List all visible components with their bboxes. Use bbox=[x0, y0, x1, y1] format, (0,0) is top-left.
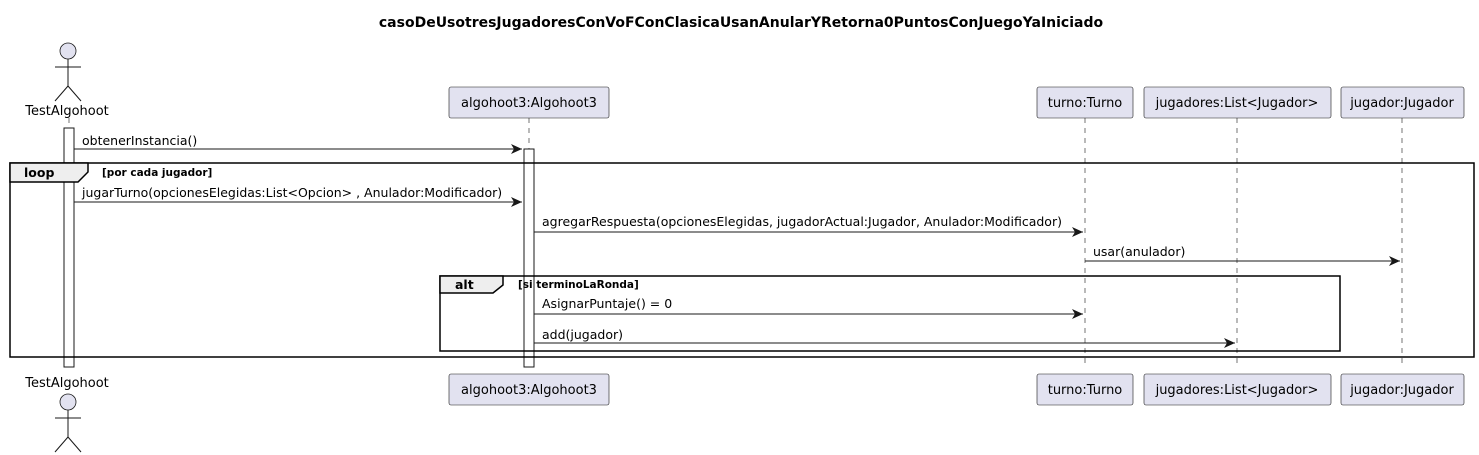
participant-turno-top: turno:Turno bbox=[1036, 86, 1134, 119]
message-add-jugador: add(jugador) bbox=[534, 327, 1235, 348]
message-label: obtenerInstancia() bbox=[82, 133, 197, 148]
participant-label: jugadores:List<Jugador> bbox=[1155, 383, 1319, 398]
actor-head-icon bbox=[59, 393, 77, 411]
participant-jugador-bottom: jugador:Jugador bbox=[1340, 373, 1465, 406]
message-label: add(jugador) bbox=[542, 327, 623, 342]
participant-label: jugador:Jugador bbox=[1349, 96, 1454, 111]
actor-test-algohoot-top: TestAlgohoot bbox=[24, 42, 109, 119]
message-agregar-respuesta: agregarRespuesta(opcionesElegidas, jugad… bbox=[534, 214, 1083, 237]
diagram-title: casoDeUsotresJugadoresConVoFConClasicaUs… bbox=[379, 15, 1104, 31]
loop-keyword: loop bbox=[24, 165, 54, 180]
alt-condition: [si terminoLaRonda] bbox=[518, 279, 639, 291]
participant-label: algohoot3:Algohoot3 bbox=[461, 383, 597, 398]
message-label: agregarRespuesta(opcionesElegidas, jugad… bbox=[542, 214, 1062, 229]
sequence-diagram: casoDeUsotresJugadoresConVoFConClasicaUs… bbox=[9, 15, 1475, 453]
actor-test-algohoot-bottom: TestAlgohoot bbox=[24, 376, 109, 453]
message-label: AsignarPuntaje() = 0 bbox=[542, 296, 672, 311]
participant-algohoot3-bottom: algohoot3:Algohoot3 bbox=[448, 373, 610, 406]
message-asignar-puntaje: AsignarPuntaje() = 0 bbox=[534, 296, 1083, 319]
message-label: usar(anulador) bbox=[1093, 244, 1185, 259]
participant-turno-bottom: turno:Turno bbox=[1036, 373, 1134, 406]
actor-label-bottom: TestAlgohoot bbox=[24, 376, 109, 391]
participant-algohoot3-top: algohoot3:Algohoot3 bbox=[448, 86, 610, 119]
message-obtener-instancia: obtenerInstancia() bbox=[74, 133, 522, 154]
participant-label: jugadores:List<Jugador> bbox=[1155, 96, 1319, 111]
participant-jugador-top: jugador:Jugador bbox=[1340, 86, 1465, 119]
actor-label-top: TestAlgohoot bbox=[24, 104, 109, 119]
participant-label: turno:Turno bbox=[1048, 383, 1123, 398]
loop-condition: [por cada jugador] bbox=[102, 167, 212, 179]
participant-label: jugador:Jugador bbox=[1349, 383, 1454, 398]
message-label: jugarTurno(opcionesElegidas:List<Opcion>… bbox=[81, 185, 502, 200]
participant-jugadores-top: jugadores:List<Jugador> bbox=[1143, 86, 1332, 119]
activation-algohoot3 bbox=[523, 148, 535, 368]
message-usar-anulador: usar(anulador) bbox=[1085, 244, 1400, 266]
participant-label: turno:Turno bbox=[1048, 96, 1123, 111]
participant-jugadores-bottom: jugadores:List<Jugador> bbox=[1143, 373, 1332, 406]
actor-head-icon bbox=[59, 42, 77, 60]
message-jugar-turno: jugarTurno(opcionesElegidas:List<Opcion>… bbox=[74, 185, 522, 207]
participant-label: algohoot3:Algohoot3 bbox=[461, 96, 597, 111]
alt-keyword: alt bbox=[455, 277, 474, 292]
